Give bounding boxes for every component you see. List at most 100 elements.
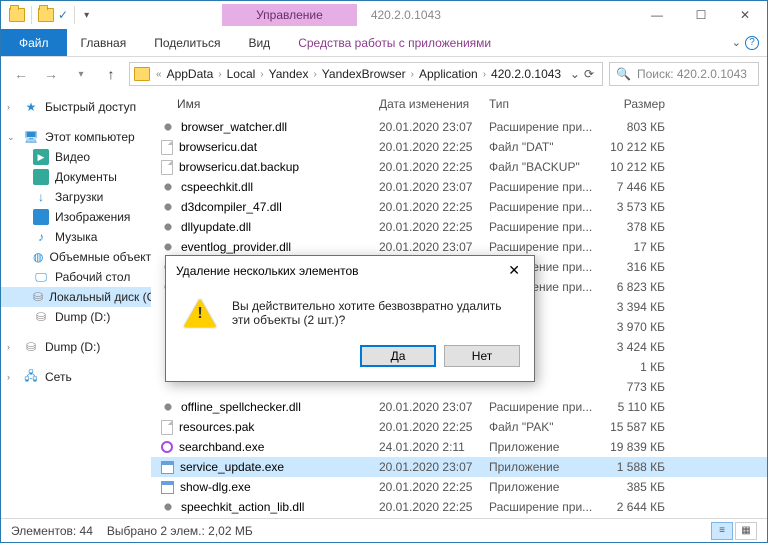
table-row[interactable]: show-dlg.exe20.01.2020 22:25Приложение38… <box>151 477 767 497</box>
file-size: 7 446 КБ <box>601 178 681 196</box>
file-size: 15 587 КБ <box>601 418 681 436</box>
help-icon[interactable]: ? <box>745 36 759 50</box>
breadcrumb-segment[interactable]: Application <box>416 67 481 81</box>
column-name[interactable]: Имя <box>151 95 371 113</box>
file-type: Расширение при... <box>481 198 601 216</box>
sidebar-item-music[interactable]: ♪Музыка <box>1 227 151 247</box>
table-row[interactable]: browser_watcher.dll20.01.2020 23:07Расши… <box>151 117 767 137</box>
column-size[interactable]: Размер <box>601 95 681 113</box>
yes-button[interactable]: Да <box>360 345 436 367</box>
chevron-right-icon[interactable]: › <box>216 69 223 80</box>
share-tab[interactable]: Поделиться <box>140 29 234 56</box>
separator <box>31 6 32 24</box>
status-selection: Выбрано 2 элем.: 2,02 МБ <box>107 524 253 538</box>
breadcrumb-segment[interactable]: AppData <box>164 67 217 81</box>
expand-ribbon-icon[interactable]: ⌄ <box>728 36 745 49</box>
home-tab[interactable]: Главная <box>67 29 141 56</box>
sidebar-item-this-pc[interactable]: ⌄🖥Этот компьютер <box>1 127 151 147</box>
documents-icon <box>33 169 49 185</box>
table-row[interactable]: offline_spellchecker.dll20.01.2020 23:07… <box>151 397 767 417</box>
sidebar-item-local-disk[interactable]: ⛁Локальный диск (C <box>1 287 151 307</box>
table-row[interactable]: speechkit_action_lib.dll20.01.2020 22:25… <box>151 497 767 517</box>
file-size: 1 588 КБ <box>601 458 681 476</box>
chevron-down-icon[interactable]: ⌄ <box>570 67 580 81</box>
file-icon <box>161 461 174 474</box>
file-size: 10 212 КБ <box>601 158 681 176</box>
table-row[interactable]: searchband.exe24.01.2020 2:11Приложение1… <box>151 437 767 457</box>
window-controls: — ☐ ✕ <box>635 1 767 29</box>
table-row[interactable]: eventlog_provider.dll20.01.2020 23:07Рас… <box>151 237 767 257</box>
column-date[interactable]: Дата изменения <box>371 95 481 113</box>
contextual-tab-label: Управление <box>222 4 357 26</box>
sidebar-item-downloads[interactable]: ↓Загрузки <box>1 187 151 207</box>
app-tools-tab[interactable]: Средства работы с приложениями <box>284 29 505 56</box>
status-bar: Элементов: 44 Выбрано 2 элем.: 2,02 МБ ≡… <box>1 518 767 542</box>
file-size: 10 212 КБ <box>601 138 681 156</box>
maximize-button[interactable]: ☐ <box>679 1 723 29</box>
search-input[interactable]: 🔍 Поиск: 420.2.0.1043 <box>609 62 759 86</box>
table-row[interactable]: resources.pak20.01.2020 22:25Файл "PAK"1… <box>151 417 767 437</box>
breadcrumb-segment[interactable]: 420.2.0.1043 <box>488 67 564 81</box>
file-name: show-dlg.exe <box>180 480 251 494</box>
recent-locations-icon[interactable]: ▾ <box>69 62 93 86</box>
sidebar-item-dump-d[interactable]: ⛁Dump (D:) <box>1 307 151 327</box>
file-size: 1 КБ <box>601 358 681 376</box>
table-row[interactable]: dllyupdate.dll20.01.2020 22:25Расширение… <box>151 217 767 237</box>
breadcrumb-segment[interactable]: YandexBrowser <box>319 67 409 81</box>
up-button[interactable]: ↑ <box>99 62 123 86</box>
sidebar-item-pictures[interactable]: Изображения <box>1 207 151 227</box>
file-tab[interactable]: Файл <box>1 29 67 56</box>
back-button[interactable]: ← <box>9 62 33 86</box>
file-size: 803 КБ <box>601 118 681 136</box>
details-view-button[interactable]: ≡ <box>711 522 733 540</box>
sidebar-item-documents[interactable]: Документы <box>1 167 151 187</box>
folder-icon[interactable] <box>9 8 25 22</box>
close-icon[interactable]: ✕ <box>504 262 524 279</box>
chevron-right-icon[interactable]: › <box>481 69 488 80</box>
chevron-right-icon[interactable]: › <box>258 69 265 80</box>
chevron-right-icon[interactable]: › <box>311 69 318 80</box>
close-button[interactable]: ✕ <box>723 1 767 29</box>
sidebar-item-quick-access[interactable]: ›★Быстрый доступ <box>1 97 151 117</box>
thumbnails-view-button[interactable]: ▦ <box>735 522 757 540</box>
file-type: Расширение при... <box>481 238 601 256</box>
table-row[interactable]: browsericu.dat20.01.2020 22:25Файл "DAT"… <box>151 137 767 157</box>
address-bar[interactable]: « AppData › Local › Yandex › YandexBrows… <box>129 62 603 86</box>
table-row[interactable]: service_update.exe20.01.2020 23:07Прилож… <box>151 457 767 477</box>
titlebar: ✓ ▾ Управление 420.2.0.1043 — ☐ ✕ <box>1 1 767 29</box>
chevron-right-icon[interactable]: « <box>154 69 164 80</box>
minimize-button[interactable]: — <box>635 1 679 29</box>
sidebar-item-video[interactable]: ▶Видео <box>1 147 151 167</box>
view-tab[interactable]: Вид <box>234 29 284 56</box>
breadcrumb-segment[interactable]: Yandex <box>266 67 312 81</box>
file-icon <box>161 420 173 435</box>
file-type: Файл "BACKUP" <box>481 158 601 176</box>
table-row[interactable]: cspeechkit.dll20.01.2020 23:07Расширение… <box>151 177 767 197</box>
chevron-right-icon[interactable]: › <box>409 69 416 80</box>
folder-icon[interactable] <box>38 8 54 22</box>
refresh-icon[interactable]: ⟳ <box>584 67 594 81</box>
no-button[interactable]: Нет <box>444 345 520 367</box>
file-type: Расширение при... <box>481 498 601 516</box>
file-date: 20.01.2020 22:25 <box>371 418 481 436</box>
file-date: 20.01.2020 22:25 <box>371 218 481 236</box>
sidebar-item-network[interactable]: ›🖧Сеть <box>1 367 151 387</box>
file-date: 20.01.2020 23:07 <box>371 178 481 196</box>
column-type[interactable]: Тип <box>481 95 601 113</box>
file-name: browsericu.dat <box>179 140 257 154</box>
breadcrumb-segment[interactable]: Local <box>224 67 259 81</box>
forward-button[interactable]: → <box>39 62 63 86</box>
table-row[interactable]: d3dcompiler_47.dll20.01.2020 22:25Расшир… <box>151 197 767 217</box>
file-type: Приложение <box>481 458 601 476</box>
dialog-titlebar: Удаление нескольких элементов ✕ <box>166 256 534 285</box>
file-size: 6 823 КБ <box>601 278 681 296</box>
chevron-down-icon[interactable]: ▾ <box>81 10 92 21</box>
file-name: speechkit_action_lib.dll <box>181 500 304 514</box>
sidebar-item-desktop[interactable]: 🖵Рабочий стол <box>1 267 151 287</box>
file-date: 20.01.2020 23:07 <box>371 118 481 136</box>
navigation-pane: ›★Быстрый доступ ⌄🖥Этот компьютер ▶Видео… <box>1 91 151 518</box>
sidebar-item-dump-d[interactable]: ›⛁Dump (D:) <box>1 337 151 357</box>
table-row[interactable]: unpacki.dll20.01.2020 22:25Расширение пр… <box>151 517 767 518</box>
table-row[interactable]: browsericu.dat.backup20.01.2020 22:25Фай… <box>151 157 767 177</box>
sidebar-item-3d-objects[interactable]: ◍Объемные объекты <box>1 247 151 267</box>
